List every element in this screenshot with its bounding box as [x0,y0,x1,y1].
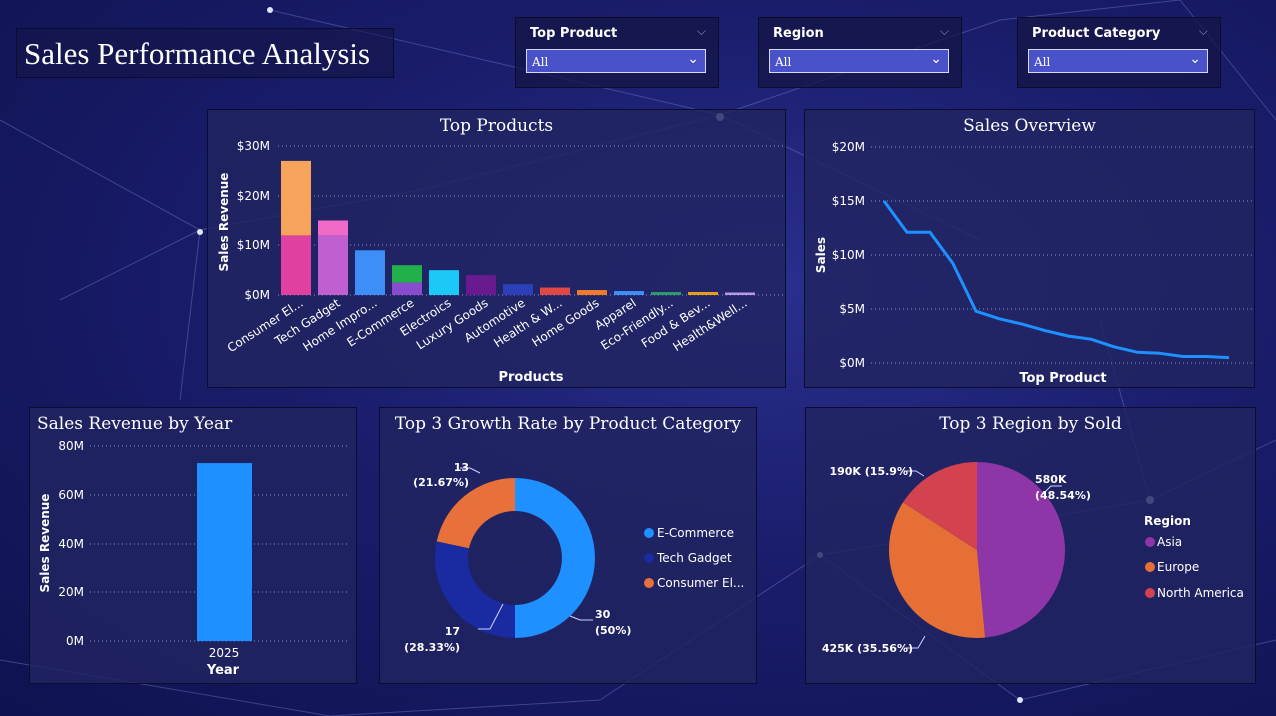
pie-label: 580K [1035,473,1067,486]
bar-segment [725,292,755,295]
bar-segment [281,160,311,236]
revenue-by-year-chart: 80M 60M 40M 20M 0M Sales Revenue 2025 Ye… [38,439,350,678]
bar-segment [392,282,422,295]
slicer-region[interactable]: Region ⌵ All ⌄ [758,17,962,88]
growth-rate-panel[interactable]: Top 3 Growth Rate by Product Category 30… [379,407,757,684]
bar-segment [281,235,311,295]
slicer-label: Top Product [530,26,618,41]
legend-item: Europe [1157,560,1199,574]
bar-segment [355,250,385,295]
top-products-chart: Consumer El...Tech GadgetHome Impro...E-… [217,139,783,385]
legend-marker [1145,537,1155,547]
chevron-down-icon[interactable]: ⌵ [940,24,949,39]
legend-item: North America [1157,586,1244,600]
donut-label: (21.67%) [413,476,469,489]
x-axis-label: Top Product [1019,371,1106,386]
donut-label: (28.33%) [404,641,460,654]
bar-segment [540,287,570,295]
y-tick-label: 40M [58,537,84,551]
y-tick-label: $20M [832,140,865,154]
y-tick-label: $0M [839,356,865,370]
x-axis-label: Products [498,370,563,385]
x-tick-label: 2025 [209,646,240,660]
x-axis-label: Year [206,663,240,678]
bar-segment [318,235,348,295]
bar-segment [651,292,681,295]
y-tick-label: $10M [237,238,270,252]
chevron-down-icon[interactable]: ⌵ [1199,24,1208,39]
top-products-panel[interactable]: Top Products Consumer El... Tech Gadget Ho… [207,109,786,388]
y-tick-label: $10M [832,248,865,262]
pie-label: 425K (35.56%) [822,642,913,655]
chevron-down-icon[interactable]: ⌵ [697,24,706,39]
growth-rate-donut: 30 (50%) 17 (28.33%) 13 (21.67%) E-Comme… [404,461,744,654]
donut-label: 30 [595,608,611,621]
bar-segment [392,265,422,283]
bar-segment [318,220,348,236]
chevron-down-icon[interactable]: ⌄ [687,51,699,67]
slicer-product-category[interactable]: Product Category ⌵ All ⌄ [1017,17,1221,88]
legend-item: Asia [1157,535,1182,549]
dashboard-title: Sales Performance Analysis [24,36,371,71]
slicer-dropdown[interactable]: All ⌄ [526,49,706,73]
legend-title: Region [1144,514,1191,528]
legend-marker [644,578,654,588]
chevron-down-icon[interactable]: ⌄ [1189,51,1201,67]
region-sold-panel[interactable]: Top 3 Region by Sold 580K (48.54%) 425K … [805,407,1256,684]
bar-segment [577,290,607,295]
donut-label: (50%) [595,624,631,637]
dashboard-title-box: Sales Performance Analysis [16,28,394,78]
slicer-value: All [532,55,549,69]
revenue-by-year-panel[interactable]: Sales Revenue by Year 80M 60M 40M 20M 0M… [29,407,357,684]
pie-slice [435,541,515,638]
pie-slice [515,478,595,638]
chevron-down-icon[interactable]: ⌄ [930,51,942,67]
y-tick-label: 80M [58,439,84,453]
y-tick-label: $15M [832,194,865,208]
slicer-dropdown[interactable]: All ⌄ [769,49,949,73]
region-sold-pie: 580K (48.54%) 425K (35.56%) 190K (15.9%)… [822,462,1244,655]
y-tick-label: 20M [58,585,84,599]
legend-item: Tech Gadget [656,551,732,565]
slicer-value: All [1034,55,1051,69]
sales-overview-chart: $20M $15M $10M $5M $0M Sales Top Product [814,140,1252,386]
bar-segment [466,275,496,295]
series-line [882,200,1230,360]
y-tick-label: 60M [58,488,84,502]
sales-overview-panel[interactable]: Sales Overview $20M $15M $10M $5M $0M Sa… [804,109,1255,388]
donut-label: 17 [445,625,460,638]
pie-label: (48.54%) [1035,489,1091,502]
bar-segment [688,292,718,295]
legend-item: Consumer El... [657,576,744,590]
pie-label: 190K (15.9%) [829,465,913,478]
legend-marker [1145,588,1155,598]
y-tick-label: $20M [237,189,270,203]
legend-marker [644,553,654,563]
slicer-top-product[interactable]: Top Product ⌵ All ⌄ [515,17,719,88]
y-axis-label: Sales Revenue [217,173,231,272]
y-axis-label: Sales [814,237,828,273]
bar-segment [429,270,459,295]
y-tick-label: $5M [839,302,865,316]
bar-segment [503,284,533,295]
slicer-label: Product Category [1032,26,1161,41]
y-tick-label: $0M [244,288,270,302]
y-axis-label: Sales Revenue [38,494,52,593]
slicer-label: Region [773,26,824,41]
legend-marker [644,528,654,538]
y-tick-label: 0M [66,634,84,648]
legend-item: E-Commerce [657,526,734,540]
slicer-value: All [775,55,792,69]
donut-label: 13 [454,461,469,474]
y-tick-label: $30M [237,139,270,153]
slicer-dropdown[interactable]: All ⌄ [1028,49,1208,73]
legend-marker [1145,562,1155,572]
bar [197,463,252,641]
bar-segment [614,291,644,295]
